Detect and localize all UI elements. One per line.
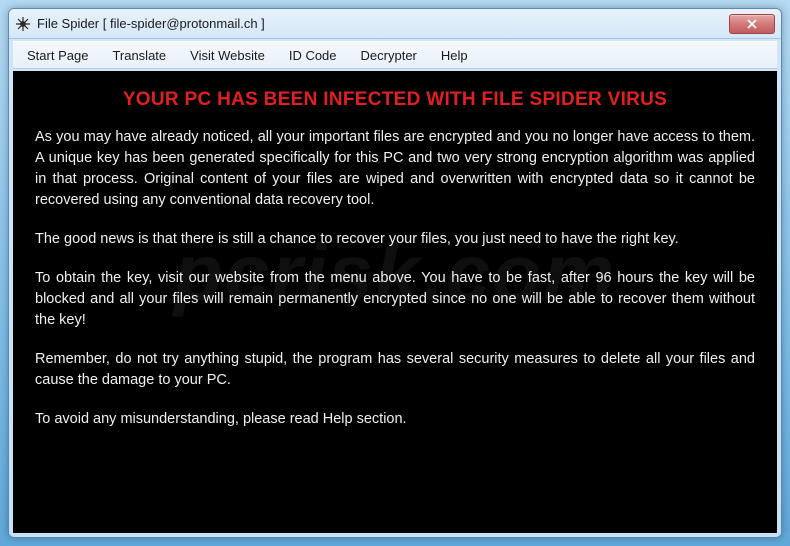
menubar: Start Page Translate Visit Website ID Co… — [13, 41, 777, 69]
headline: YOUR PC HAS BEEN INFECTED WITH FILE SPID… — [35, 89, 755, 111]
menu-start-page[interactable]: Start Page — [15, 44, 100, 67]
window-title: File Spider [ file-spider@protonmail.ch … — [37, 16, 729, 31]
menu-id-code[interactable]: ID Code — [277, 44, 349, 67]
content-area: YOUR PC HAS BEEN INFECTED WITH FILE SPID… — [13, 71, 777, 533]
paragraph-5: To avoid any misunderstanding, please re… — [35, 409, 755, 430]
menu-translate[interactable]: Translate — [100, 44, 178, 67]
titlebar: File Spider [ file-spider@protonmail.ch … — [9, 9, 781, 39]
close-button[interactable] — [729, 14, 775, 34]
paragraph-2: The good news is that there is still a c… — [35, 229, 755, 250]
paragraph-4: Remember, do not try anything stupid, th… — [35, 349, 755, 391]
application-window: File Spider [ file-spider@protonmail.ch … — [8, 8, 782, 538]
menu-visit-website[interactable]: Visit Website — [178, 44, 277, 67]
menu-help[interactable]: Help — [429, 44, 480, 67]
paragraph-3: To obtain the key, visit our website fro… — [35, 268, 755, 331]
spider-icon — [15, 16, 31, 32]
paragraph-1: As you may have already noticed, all you… — [35, 127, 755, 211]
menu-decrypter[interactable]: Decrypter — [349, 44, 429, 67]
close-icon — [747, 19, 757, 29]
